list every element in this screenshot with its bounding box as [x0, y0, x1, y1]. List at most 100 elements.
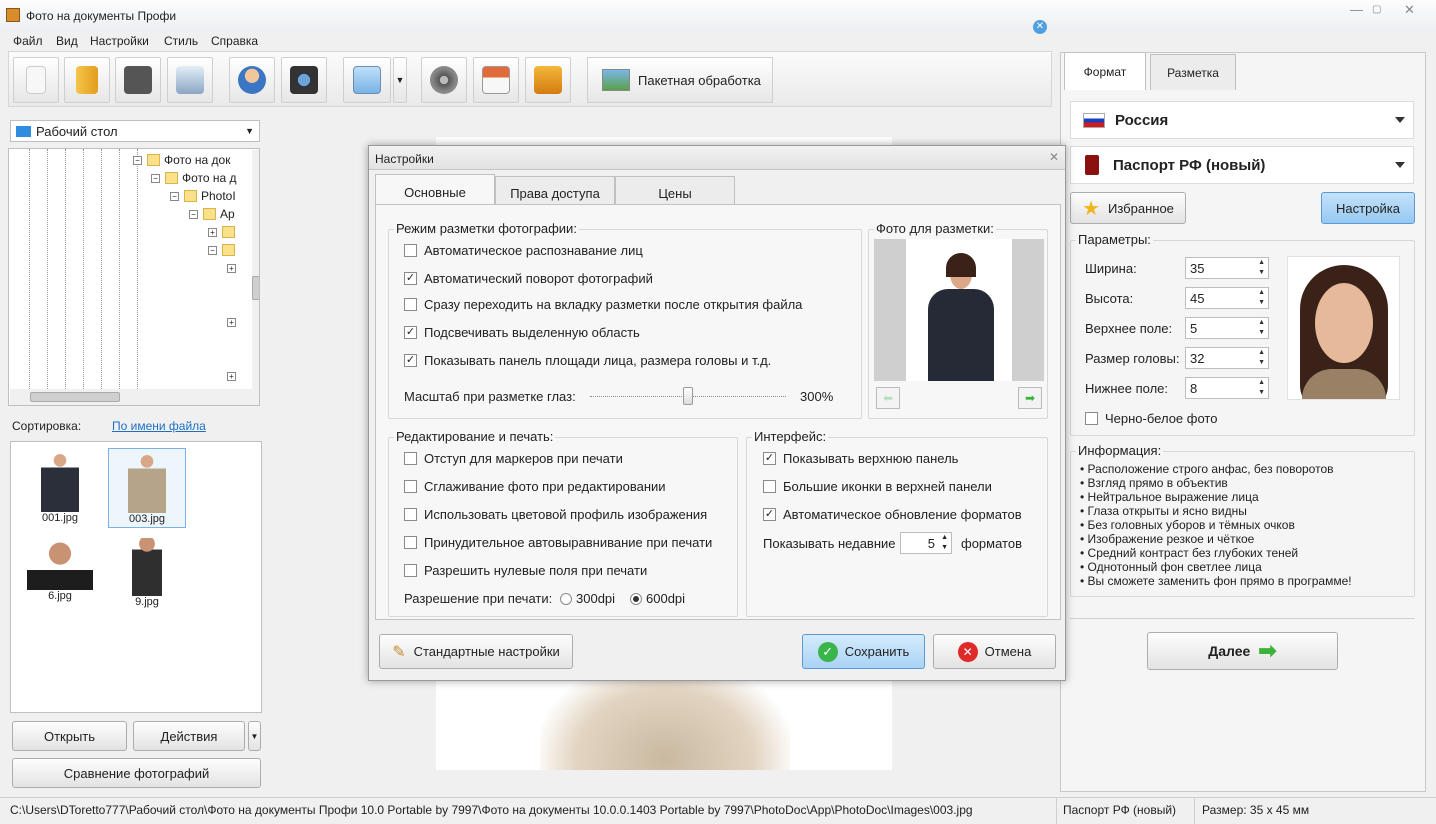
print-button[interactable]: [167, 57, 213, 103]
color-profile-checkbox[interactable]: Использовать цветовой профиль изображени…: [404, 507, 707, 522]
head-size-input[interactable]: 32: [1185, 347, 1269, 369]
large-icons-checkbox[interactable]: Большие иконки в верхней панели: [763, 479, 992, 494]
checkbox[interactable]: ✓: [404, 272, 417, 286]
checkbox[interactable]: [404, 508, 417, 522]
close-icon[interactable]: ✕: [1404, 2, 1415, 18]
checkbox[interactable]: ✓: [404, 326, 417, 340]
recent-count-input[interactable]: 5 ▲ ▼: [900, 532, 952, 554]
tree-item[interactable]: − PhotoI: [170, 188, 236, 204]
edit-group-title: Редактирование и печать:: [394, 429, 556, 444]
top-margin-input[interactable]: 5: [1185, 317, 1269, 339]
checkbox[interactable]: [763, 480, 776, 494]
actions-dropdown[interactable]: ▼: [248, 721, 261, 751]
smoothing-checkbox[interactable]: Сглаживание фото при редактировании: [404, 479, 666, 494]
cancel-button[interactable]: ✕ Отмена: [933, 634, 1056, 669]
checkbox[interactable]: ✓: [404, 354, 417, 368]
checkbox[interactable]: [404, 298, 417, 312]
tree-item[interactable]: +: [227, 368, 241, 384]
toolbar: ▼ Пакетная обработка: [8, 51, 1052, 107]
eye-scale-slider[interactable]: [590, 387, 786, 405]
open-file-button[interactable]: Открыть: [12, 721, 127, 751]
bw-photo-checkbox[interactable]: Черно-белое фото: [1085, 411, 1217, 426]
document-dropdown[interactable]: Паспорт РФ (новый): [1070, 146, 1414, 184]
shop-button[interactable]: [525, 57, 571, 103]
zero-margins-checkbox[interactable]: Разрешить нулевые поля при печати: [404, 563, 647, 578]
checkbox[interactable]: ✓: [763, 452, 776, 466]
home-button[interactable]: [473, 57, 519, 103]
width-input[interactable]: 35: [1185, 257, 1269, 279]
checkbox[interactable]: ✓: [763, 508, 776, 522]
tree-item[interactable]: − Фото на док: [133, 152, 230, 168]
checkbox[interactable]: [404, 480, 417, 494]
zoom-button[interactable]: [343, 57, 391, 103]
menu-settings[interactable]: Настройки: [90, 34, 149, 48]
tree-item[interactable]: − Фото на д: [151, 170, 237, 186]
tab-markup[interactable]: Разметка: [1150, 54, 1236, 90]
country-dropdown[interactable]: Россия: [1070, 101, 1414, 139]
tree-horizontal-scrollbar[interactable]: [10, 389, 259, 405]
setup-button[interactable]: Настройка: [1321, 192, 1415, 224]
radio[interactable]: [630, 592, 642, 605]
auto-rotate-checkbox[interactable]: ✓ Автоматический поворот фотографий: [404, 271, 653, 286]
zoom-dropdown[interactable]: ▼: [393, 57, 407, 103]
checkbox[interactable]: [404, 244, 417, 258]
thumbnail-item[interactable]: 6.jpg: [21, 538, 99, 602]
info-item: • Глаза открыты и ясно видны: [1080, 504, 1247, 518]
favorites-button[interactable]: ★ Избранное: [1070, 192, 1186, 224]
new-file-button[interactable]: [13, 57, 59, 103]
menu-style[interactable]: Стиль: [164, 34, 198, 48]
tab-format[interactable]: Формат: [1064, 52, 1146, 90]
tree-item[interactable]: +: [227, 314, 241, 330]
thumbnail-item[interactable]: 001.jpg: [21, 452, 99, 524]
checkbox[interactable]: [404, 564, 417, 578]
highlight-area-checkbox[interactable]: ✓ Подсвечивать выделенную область: [404, 325, 640, 340]
tree-item[interactable]: +: [227, 260, 241, 276]
res-300-radio[interactable]: 300dpi: [560, 591, 615, 606]
show-top-panel-checkbox[interactable]: ✓ Показывать верхнюю панель: [763, 451, 958, 466]
thumbnail-item-selected[interactable]: 003.jpg: [108, 448, 186, 528]
auto-face-detect-checkbox[interactable]: Автоматическое распознавание лиц: [404, 243, 643, 258]
dialog-close-icon[interactable]: ✕: [1049, 150, 1059, 164]
user-button[interactable]: [229, 57, 275, 103]
goto-markup-tab-checkbox[interactable]: Сразу переходить на вкладку разметки пос…: [404, 297, 802, 312]
menu-view[interactable]: Вид: [56, 34, 78, 48]
batch-processing-button[interactable]: Пакетная обработка: [587, 57, 773, 103]
save-file-button[interactable]: [115, 57, 161, 103]
res-600-radio[interactable]: 600dpi: [630, 591, 685, 606]
auto-align-checkbox[interactable]: Принудительное автовыравнивание при печа…: [404, 535, 712, 550]
face-panel-checkbox[interactable]: ✓ Показывать панель площади лица, размера…: [404, 353, 771, 368]
checkbox[interactable]: [1085, 412, 1098, 426]
film-button[interactable]: [421, 57, 467, 103]
sort-by-name-link[interactable]: По имени файла: [112, 419, 206, 433]
tree-item[interactable]: −: [208, 242, 239, 258]
minimize-icon[interactable]: —: [1350, 2, 1363, 17]
camera-button[interactable]: [281, 57, 327, 103]
default-settings-button[interactable]: ✎ Стандартные настройки: [379, 634, 573, 669]
folder-tree[interactable]: − Фото на док − Фото на д − PhotoI − Ap + − …: [8, 148, 260, 406]
checkbox[interactable]: [404, 536, 417, 550]
prev-photo-button[interactable]: ⬅: [876, 387, 900, 409]
maximize-icon[interactable]: ▢: [1372, 4, 1381, 15]
menu-file[interactable]: Файл: [13, 34, 43, 48]
slider-thumb[interactable]: [683, 387, 693, 405]
thumbnail-item[interactable]: 9.jpg: [108, 538, 186, 608]
radio[interactable]: [560, 592, 572, 605]
toolbar-close-icon[interactable]: ✕: [1033, 20, 1047, 34]
spinner-icon[interactable]: ▲ ▼: [941, 533, 948, 553]
menu-help[interactable]: Справка: [211, 34, 258, 48]
open-button[interactable]: [64, 57, 110, 103]
next-button[interactable]: Далее ➡: [1147, 632, 1338, 670]
height-input[interactable]: 45: [1185, 287, 1269, 309]
save-button[interactable]: ✓ Сохранить: [802, 634, 925, 669]
auto-update-formats-checkbox[interactable]: ✓ Автоматическое обновление форматов: [763, 507, 1022, 522]
compare-photos-button[interactable]: Сравнение фотографий: [12, 758, 261, 788]
bottom-margin-input[interactable]: 8: [1185, 377, 1269, 399]
checkbox[interactable]: [404, 452, 417, 466]
actions-button[interactable]: Действия: [133, 721, 245, 751]
tree-item[interactable]: − Ap: [189, 206, 235, 222]
next-photo-button[interactable]: ➡: [1018, 387, 1042, 409]
tree-item[interactable]: +: [208, 224, 239, 240]
marker-indent-checkbox[interactable]: Отступ для маркеров при печати: [404, 451, 623, 466]
tree-vertical-scrollbar[interactable]: [252, 150, 259, 390]
folder-combo[interactable]: Рабочий стол ▼: [10, 120, 260, 142]
